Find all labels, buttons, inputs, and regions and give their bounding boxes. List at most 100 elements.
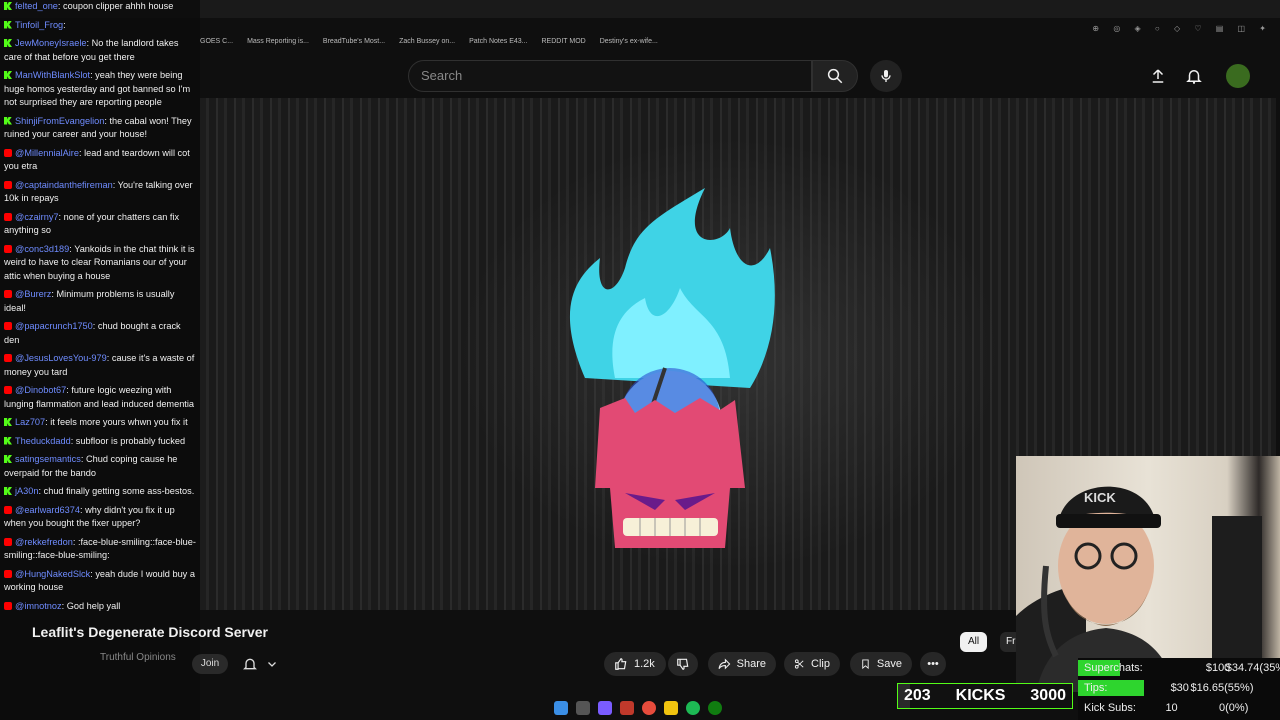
chat-username[interactable]: @earlward6374 bbox=[15, 505, 80, 515]
kicks-goal-bar: 203 KICKS 3000 bbox=[897, 683, 1073, 709]
bookmark[interactable]: Mass Reporting is... bbox=[247, 38, 309, 52]
chat-username[interactable]: @captaindanthefireman bbox=[15, 180, 113, 190]
more-actions-button[interactable]: ••• bbox=[920, 652, 946, 676]
chat-username[interactable]: @Burerz bbox=[15, 289, 51, 299]
chat-username[interactable]: felted_one bbox=[15, 1, 58, 11]
kick-badge-icon bbox=[4, 2, 12, 10]
chat-message: @czairny7: none of your chatters can fix… bbox=[4, 211, 180, 235]
superchats-label: Superchats: bbox=[1084, 662, 1143, 674]
tips-amount: $16.65(55%) bbox=[1190, 682, 1254, 694]
tips-goal: Tips: $16.65(55%) $30 bbox=[1078, 678, 1280, 698]
clip-button[interactable]: Clip bbox=[784, 652, 840, 676]
spotify-icon[interactable] bbox=[686, 701, 700, 715]
save-button[interactable]: Save bbox=[850, 652, 912, 676]
bookmark[interactable]: Destiny's ex-wife... bbox=[600, 38, 658, 52]
kick-badge-icon bbox=[4, 487, 12, 495]
chat-username[interactable]: @JesusLovesYou-979 bbox=[15, 353, 107, 363]
kicks-label: KICKS bbox=[955, 687, 1006, 704]
tips-label: Tips: bbox=[1084, 682, 1108, 694]
streamer-figure: KICK bbox=[1016, 486, 1262, 692]
search-icon bbox=[827, 68, 843, 84]
kicks-goal: 3000 bbox=[1030, 687, 1066, 704]
chat-username[interactable]: jA30n bbox=[15, 486, 39, 496]
chat-username[interactable]: @imnotnoz bbox=[15, 601, 62, 611]
bell-icon bbox=[1186, 70, 1202, 84]
chat-username[interactable]: ShinjiFromEvangelion bbox=[15, 116, 104, 126]
dislike-button[interactable] bbox=[668, 652, 698, 676]
streamer-webcam: KICK bbox=[1016, 456, 1280, 692]
share-label: Share bbox=[736, 658, 766, 670]
notifications-button[interactable] bbox=[1182, 64, 1206, 88]
subscription-bell-button[interactable] bbox=[242, 654, 286, 674]
chat-message: felted_one: coupon clipper ahhh house bbox=[4, 0, 196, 14]
chat-username[interactable]: Laz707 bbox=[15, 417, 45, 427]
chrome-icon[interactable] bbox=[642, 701, 656, 715]
chat-username[interactable]: @MillennialAire bbox=[15, 148, 79, 158]
chat-username[interactable]: @Dinobot67 bbox=[15, 385, 66, 395]
kick-badge-icon bbox=[4, 20, 12, 29]
superchats-amount: $34.74(35%) bbox=[1225, 662, 1280, 674]
chat-text: it feels more yours whwn you fix it bbox=[50, 417, 188, 427]
youtube-badge-icon bbox=[4, 601, 12, 610]
chat-text: God help yall bbox=[66, 600, 121, 611]
upload-icon bbox=[1152, 69, 1164, 83]
like-button[interactable]: 1.2k bbox=[604, 652, 666, 676]
kick-badge-icon bbox=[4, 71, 12, 79]
chat-username[interactable]: satingsemantics bbox=[15, 454, 81, 464]
subs-amount: 0(0%) bbox=[1219, 702, 1249, 714]
youtube-badge-icon bbox=[4, 354, 12, 362]
bookmark[interactable]: Patch Notes E43... bbox=[469, 38, 527, 52]
voice-search-button[interactable] bbox=[870, 60, 902, 92]
account-avatar[interactable] bbox=[1226, 64, 1250, 88]
obs-icon[interactable] bbox=[620, 701, 634, 715]
share-button[interactable]: Share bbox=[708, 652, 776, 676]
search-icon[interactable] bbox=[576, 701, 590, 715]
channel-name[interactable]: Truthful Opinions bbox=[100, 652, 176, 663]
chat-username[interactable]: Tinfoil_Frog bbox=[15, 20, 63, 30]
chat-username[interactable]: @conc3d189 bbox=[15, 244, 69, 254]
search-button[interactable] bbox=[812, 60, 858, 92]
bookmark[interactable]: REDDIT MOD bbox=[542, 38, 586, 52]
live-chat-overlay: felted_one: coupon clipper ahhh house Tin… bbox=[0, 0, 200, 720]
bookmark[interactable]: BreadTube's Most... bbox=[323, 38, 385, 52]
subs-target: 10 bbox=[1165, 702, 1178, 714]
browser-extension-icons[interactable]: ⊕ ◎ ◈ ○ ◇ ♡ ▤ ◫ ✦ bbox=[1092, 24, 1272, 33]
search-input[interactable]: Search bbox=[408, 60, 812, 92]
chat-username[interactable]: ManWithBlankSlot bbox=[15, 70, 90, 80]
chat-message: satingsemantics: Chud coping cause he ov… bbox=[4, 454, 178, 478]
bookmark-icon bbox=[862, 659, 869, 670]
xbox-icon[interactable] bbox=[708, 701, 722, 715]
tips-target: $30 bbox=[1170, 682, 1189, 694]
chat-username[interactable]: @papacrunch1750 bbox=[15, 321, 93, 331]
chat-message: @conc3d189: Yankoids in the chat think i… bbox=[4, 243, 195, 281]
chat-username[interactable]: @HungNakedSlck bbox=[15, 569, 90, 579]
kick-badge-icon bbox=[4, 455, 12, 463]
folder-icon[interactable] bbox=[664, 701, 678, 715]
bookmark[interactable]: Zach Bussey on... bbox=[399, 38, 455, 52]
chat-text: coupon clipper ahhh house bbox=[63, 1, 174, 11]
chat-username[interactable]: JewMoneyIsraele bbox=[15, 38, 87, 48]
chat-message: @Burerz: Minimum problems is usually ide… bbox=[4, 289, 175, 313]
bookmark[interactable]: GOES C... bbox=[200, 38, 233, 52]
windows-start-icon[interactable] bbox=[554, 701, 568, 715]
superchats-target: $100 bbox=[1205, 662, 1231, 674]
youtube-badge-icon bbox=[4, 537, 12, 546]
join-button[interactable]: Join bbox=[192, 654, 228, 674]
youtube-badge-icon bbox=[4, 569, 12, 578]
chat-username[interactable]: @czairny7 bbox=[15, 212, 59, 222]
chat-message: @earlward6374: why didn't you fix it up … bbox=[4, 504, 175, 528]
chat-message: ShinjiFromEvangelion: the cabal won! The… bbox=[4, 115, 192, 139]
subs-label: Kick Subs: bbox=[1084, 702, 1136, 714]
kick-badge-icon bbox=[4, 39, 12, 47]
chat-username[interactable]: @rekkefredon bbox=[15, 537, 73, 547]
chat-username[interactable]: Theduckdadd bbox=[15, 436, 71, 446]
superchats-goal: Superchats: $34.74(35%) $100 bbox=[1078, 658, 1280, 678]
flaming-skull-thumbnail bbox=[569, 188, 775, 548]
discord-icon[interactable] bbox=[598, 701, 612, 715]
more-icon: ••• bbox=[927, 658, 939, 670]
chip-all[interactable]: All bbox=[960, 632, 988, 652]
youtube-badge-icon bbox=[4, 322, 12, 330]
create-button[interactable] bbox=[1146, 64, 1170, 88]
chat-message: @imnotnoz: God help yall bbox=[4, 600, 196, 614]
chat-message: @MillennialAire: lead and teardown will … bbox=[4, 147, 190, 171]
